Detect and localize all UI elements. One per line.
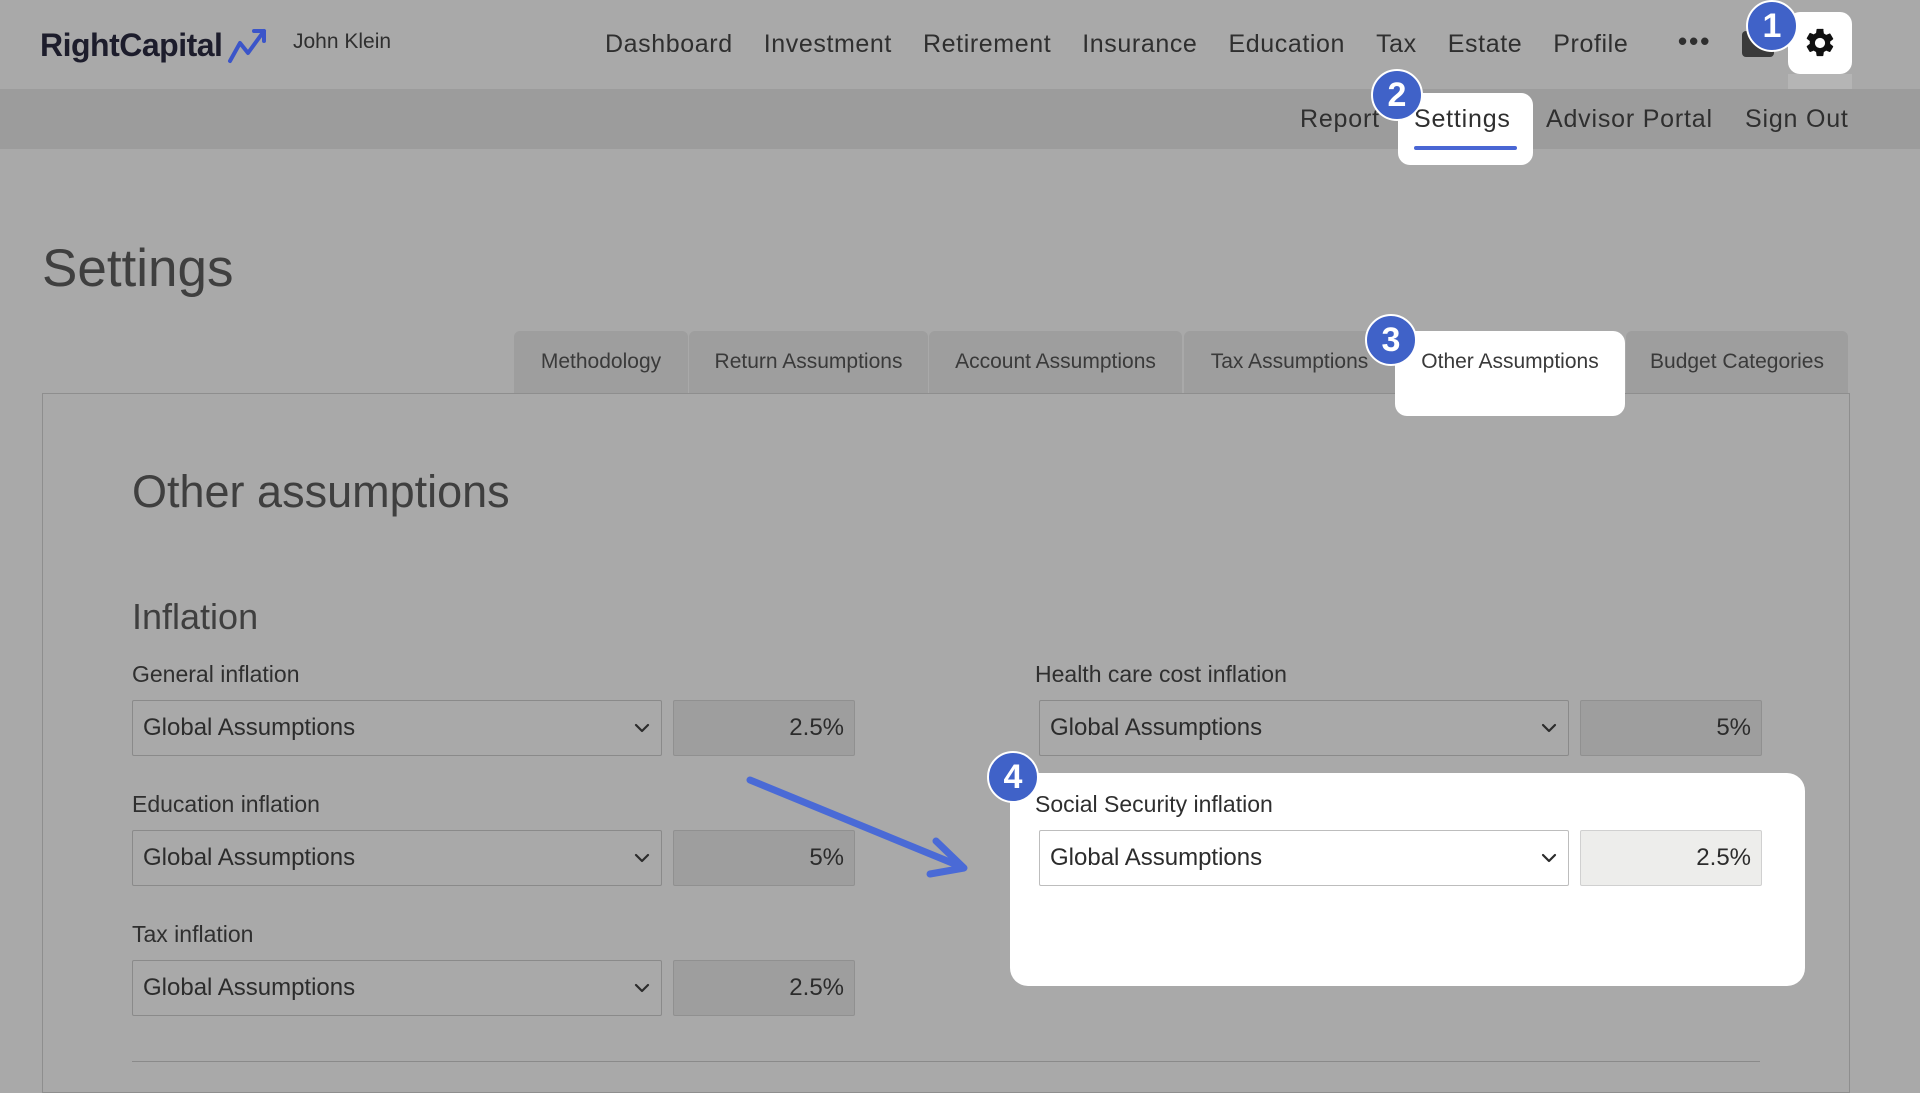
- health-care-inflation-label: Health care cost inflation: [1035, 661, 1287, 687]
- page-title: Settings: [42, 239, 234, 298]
- chevron-down-icon: [634, 853, 650, 863]
- tab-methodology[interactable]: Methodology: [514, 331, 688, 393]
- brand-name: RightCapital: [40, 26, 223, 63]
- tab-other-assumptions[interactable]: Other Assumptions: [1395, 331, 1625, 393]
- nav-item-estate[interactable]: Estate: [1448, 30, 1522, 59]
- rightcapital-logo[interactable]: RightCapital: [40, 22, 272, 68]
- health-care-inflation-select[interactable]: Global Assumptions: [1039, 700, 1569, 756]
- current-user-name: John Klein: [293, 30, 392, 53]
- nav-item-insurance[interactable]: Insurance: [1082, 30, 1197, 59]
- nav-item-retirement[interactable]: Retirement: [923, 30, 1051, 59]
- step-badge-2: 2: [1371, 69, 1423, 121]
- social-security-inflation-select-value: Global Assumptions: [1050, 844, 1263, 871]
- education-inflation-label: Education inflation: [132, 791, 320, 817]
- health-care-inflation-rate-input[interactable]: 5%: [1580, 700, 1762, 756]
- inflation-heading: Inflation: [132, 596, 259, 637]
- education-inflation-select[interactable]: Global Assumptions: [132, 830, 662, 886]
- tab-budget-categories[interactable]: Budget Categories: [1626, 331, 1848, 393]
- step-badge-1: 1: [1746, 0, 1798, 52]
- social-security-inflation-select[interactable]: Global Assumptions: [1039, 830, 1569, 886]
- advisor-portal-link[interactable]: Advisor Portal: [1546, 105, 1713, 134]
- main-navigation: Dashboard Investment Retirement Insuranc…: [605, 24, 1659, 64]
- general-inflation-label: General inflation: [132, 661, 300, 687]
- chevron-down-icon: [1541, 723, 1557, 733]
- settings-tab-strip: [1788, 74, 1852, 89]
- step-badge-4: 4: [987, 751, 1039, 803]
- more-menu-button[interactable]: •••: [1678, 26, 1711, 57]
- sign-out-link[interactable]: Sign Out: [1745, 105, 1849, 134]
- settings-link[interactable]: Settings: [1414, 105, 1511, 134]
- section-title: Other assumptions: [132, 466, 510, 517]
- tab-account-assumptions[interactable]: Account Assumptions: [929, 331, 1182, 393]
- nav-item-profile[interactable]: Profile: [1553, 30, 1628, 59]
- general-inflation-select[interactable]: Global Assumptions: [132, 700, 662, 756]
- top-navigation-bar: RightCapital John Klein Dashboard Invest…: [0, 0, 1920, 89]
- annotation-arrow-icon: [746, 776, 968, 878]
- gear-icon: [1806, 28, 1834, 57]
- social-security-inflation-rate-input[interactable]: 2.5%: [1580, 830, 1762, 886]
- health-care-inflation-select-value: Global Assumptions: [1050, 714, 1263, 741]
- tax-inflation-select[interactable]: Global Assumptions: [132, 960, 662, 1016]
- general-inflation-select-value: Global Assumptions: [143, 714, 356, 741]
- tax-inflation-select-value: Global Assumptions: [143, 974, 356, 1001]
- trend-arrow-icon: [228, 29, 267, 63]
- general-inflation-rate-input[interactable]: 2.5%: [673, 700, 855, 756]
- nav-item-education[interactable]: Education: [1228, 30, 1345, 59]
- nav-item-investment[interactable]: Investment: [764, 30, 892, 59]
- chevron-down-icon: [634, 983, 650, 993]
- tab-tax-assumptions[interactable]: Tax Assumptions: [1184, 331, 1395, 393]
- social-security-inflation-label: Social Security inflation: [1035, 791, 1273, 817]
- report-link[interactable]: Report: [1300, 105, 1380, 134]
- chevron-down-icon: [1541, 853, 1557, 863]
- tax-inflation-label: Tax inflation: [132, 921, 254, 947]
- tax-inflation-rate-input[interactable]: 2.5%: [673, 960, 855, 1016]
- tab-return-assumptions[interactable]: Return Assumptions: [689, 331, 928, 393]
- step-badge-3: 3: [1365, 314, 1417, 366]
- education-inflation-select-value: Global Assumptions: [143, 844, 356, 871]
- chevron-down-icon: [634, 723, 650, 733]
- nav-item-tax[interactable]: Tax: [1376, 30, 1417, 59]
- nav-item-dashboard[interactable]: Dashboard: [605, 30, 733, 59]
- active-link-underline: [1414, 146, 1517, 150]
- section-divider: [132, 1061, 1760, 1062]
